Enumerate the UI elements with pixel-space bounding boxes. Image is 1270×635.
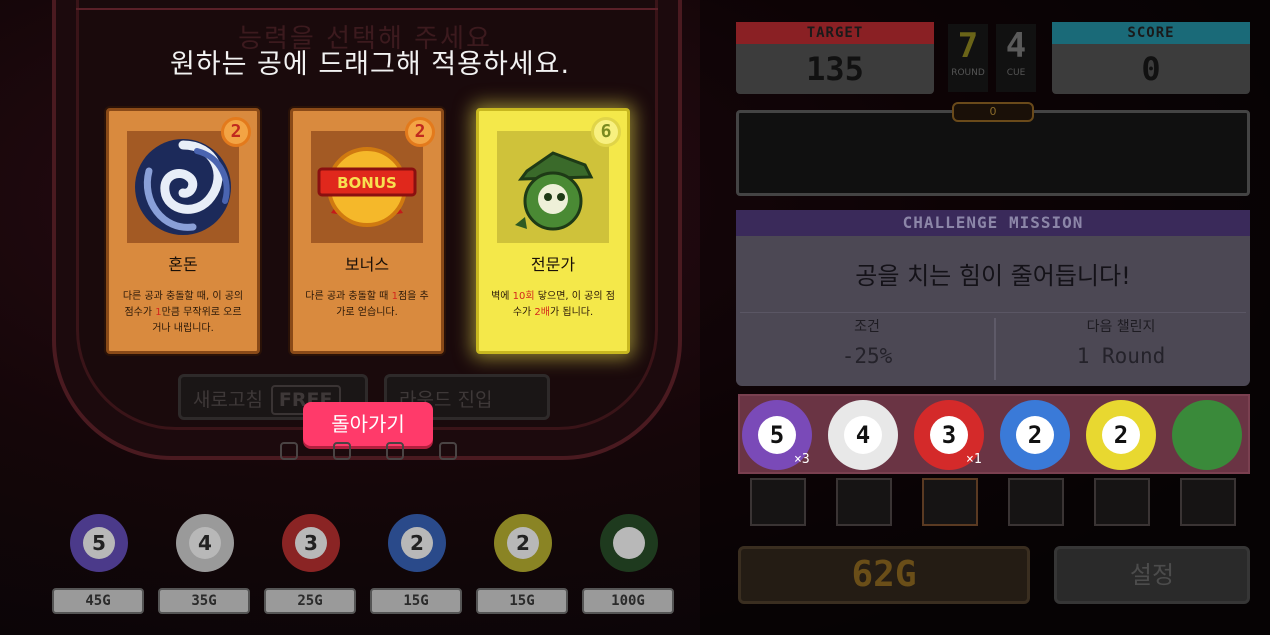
- ball-number: 2: [1102, 416, 1140, 454]
- settings-button[interactable]: 설정: [1054, 546, 1250, 604]
- card-name: 전문가: [530, 255, 576, 274]
- card-cost-badge: 6: [591, 117, 621, 147]
- score-value: 0: [1052, 44, 1250, 94]
- ability-slot[interactable]: [1180, 478, 1236, 526]
- shop-price: 45G: [52, 588, 144, 614]
- round-counter: 7 ROUND: [948, 24, 988, 92]
- ball-number: 3: [295, 527, 327, 559]
- page-dot[interactable]: [333, 442, 351, 460]
- card-name: 혼돈: [168, 255, 198, 274]
- ability-slot[interactable]: [1094, 478, 1150, 526]
- shop-price: 15G: [370, 588, 462, 614]
- card-cost-badge: 2: [405, 117, 435, 147]
- player-ball[interactable]: 2: [1000, 400, 1070, 470]
- next-challenge-label: 다음 챌린지: [1086, 319, 1156, 335]
- mission-divider: [740, 312, 1246, 313]
- bonus-badge-icon: BONUS: [311, 131, 423, 243]
- ability-card-bonus[interactable]: BONUS 2 보너스 다른 공과 충돌할 때 1점을 추가로 얻습니다.: [290, 108, 444, 354]
- score-label: SCORE: [1052, 22, 1250, 44]
- ability-slot[interactable]: [922, 478, 978, 526]
- shop-ball[interactable]: 2: [388, 514, 446, 572]
- refresh-label: 새로고침: [193, 389, 263, 411]
- card-description: 다른 공과 충돌할 때 1점을 추가로 얻습니다.: [305, 291, 429, 318]
- power-value: 0: [952, 102, 1034, 122]
- ball-number: 2: [507, 527, 539, 559]
- back-button[interactable]: 돌아가기: [303, 402, 433, 446]
- next-challenge-value: 1 Round: [1076, 344, 1166, 368]
- ball-number: 4: [844, 416, 882, 454]
- player-ball[interactable]: 4: [828, 400, 898, 470]
- shop-ball[interactable]: 5: [70, 514, 128, 572]
- page-dot[interactable]: [280, 442, 298, 460]
- ball-number: 5: [758, 416, 796, 454]
- svg-text:BONUS: BONUS: [337, 174, 397, 192]
- condition-value: -25%: [841, 344, 893, 368]
- ball-number: 5: [83, 527, 115, 559]
- cue-counter: 4 CUE: [996, 24, 1036, 92]
- ability-slot[interactable]: [750, 478, 806, 526]
- round-value: 7: [957, 26, 979, 66]
- ball-number: [613, 527, 645, 559]
- ability-slot[interactable]: [1008, 478, 1064, 526]
- cue-label: CUE: [1006, 68, 1026, 78]
- mission-text: 공을 치는 힘이 줄어듭니다!: [855, 262, 1131, 290]
- ball-multiplier: ×1: [966, 452, 982, 467]
- ball-number: 2: [401, 527, 433, 559]
- ability-slot[interactable]: [836, 478, 892, 526]
- round-label: ROUND: [951, 68, 985, 78]
- mission-header: CHALLENGE MISSION: [736, 210, 1250, 236]
- shop-ball[interactable]: 4: [176, 514, 234, 572]
- ball-number: [1188, 416, 1226, 454]
- instruction-text: 원하는 공에 드래그해 적용하세요.: [169, 49, 571, 80]
- ball-multiplier: ×3: [794, 452, 810, 467]
- shop-ball[interactable]: 3: [282, 514, 340, 572]
- shop-price: 25G: [264, 588, 356, 614]
- player-ball[interactable]: [1172, 400, 1242, 470]
- shop-price: 100G: [582, 588, 674, 614]
- ability-card-expert[interactable]: 6 전문가 벽에 10회 닿으면, 이 공의 점수가 2배가 됩니다.: [476, 108, 630, 354]
- card-description: 다른 공과 충돌할 때, 이 공의 점수가 1만큼 무작위로 오르거나 내립니다…: [122, 291, 244, 334]
- shop-ball[interactable]: [600, 514, 658, 572]
- player-ball[interactable]: 2: [1086, 400, 1156, 470]
- target-value: 135: [736, 44, 934, 94]
- expert-ball-icon: [497, 131, 609, 243]
- ball-number: 3: [930, 416, 968, 454]
- power-gauge: [736, 110, 1250, 196]
- cue-value: 4: [1005, 26, 1027, 66]
- ball-number: 2: [1016, 416, 1054, 454]
- target-label: TARGET: [736, 22, 934, 44]
- page-dot[interactable]: [386, 442, 404, 460]
- shop-ball[interactable]: 2: [494, 514, 552, 572]
- shop-price: 35G: [158, 588, 250, 614]
- table-top-rail: [76, 8, 658, 10]
- card-name: 보너스: [344, 255, 390, 274]
- condition-label: 조건: [854, 319, 880, 335]
- chaos-vortex-icon: [127, 131, 239, 243]
- ability-card-chaos[interactable]: 2 혼돈 다른 공과 충돌할 때, 이 공의 점수가 1만큼 무작위로 오르거나…: [106, 108, 260, 354]
- ball-number: 4: [189, 527, 221, 559]
- card-cost-badge: 2: [221, 117, 251, 147]
- shop-price: 15G: [476, 588, 568, 614]
- page-dot[interactable]: [439, 442, 457, 460]
- gold-balance: 62G: [738, 546, 1030, 604]
- card-description: 벽에 10회 닿으면, 이 공의 점수가 2배가 됩니다.: [491, 291, 615, 318]
